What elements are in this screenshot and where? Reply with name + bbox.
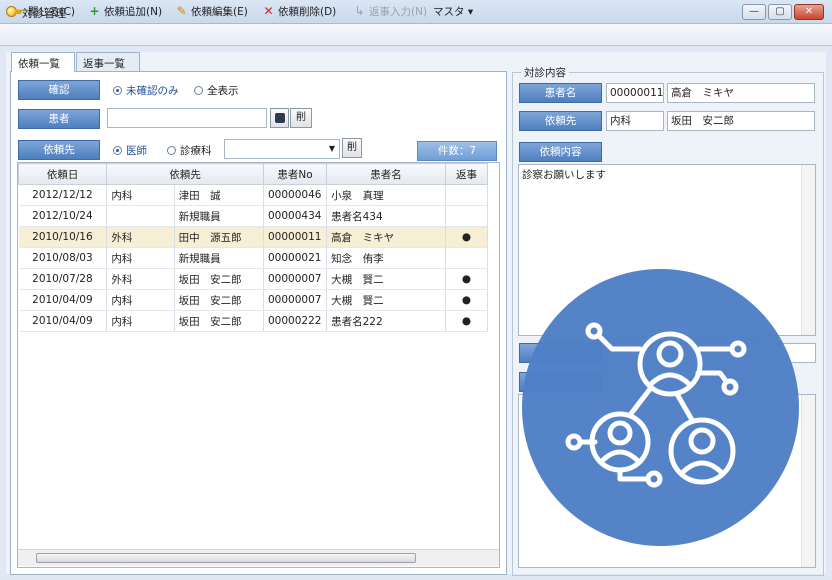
add-icon: + (89, 3, 100, 18)
binoculars-search-icon[interactable] (270, 108, 289, 128)
reply-icon: ↳ (354, 3, 365, 18)
master-menu[interactable]: マスタ ▾ (433, 3, 473, 19)
doctor-radio[interactable]: 医師 (113, 143, 147, 158)
add-label: 依頼追加(N) (104, 5, 163, 18)
col-dest[interactable]: 依頼先 (106, 163, 264, 185)
col-reply[interactable]: 返事 (444, 163, 489, 185)
doctor-text: 医師 (126, 145, 147, 157)
detail-dest-label: 依頼先 (519, 111, 602, 131)
minimize-button[interactable]: — (742, 4, 766, 20)
radio-dot (113, 86, 122, 95)
department-radio[interactable]: 診療科 (167, 143, 212, 158)
delete-icon: ✕ (263, 3, 274, 18)
request-table: 依頼日 依頼先 患者No 患者名 返事 2012/12/12 内科 津田 誠 0… (17, 162, 500, 568)
patient-input[interactable] (107, 108, 267, 128)
show-all-radio[interactable]: 全表示 (194, 83, 239, 98)
col-date[interactable]: 依頼日 (17, 163, 108, 185)
table-row-selected[interactable]: 2010/10/16 外科 田中 源五郎 00000011 高倉 ミキヤ ● (18, 226, 489, 248)
radio-dot (194, 86, 203, 95)
col-patient-name[interactable]: 患者名 (326, 163, 446, 185)
department-select[interactable]: ▼ (224, 139, 340, 159)
tab-reply-list[interactable]: 返事一覧 (76, 52, 140, 71)
maximize-button[interactable]: ▢ (768, 4, 792, 20)
edit-icon: ✎ (176, 3, 187, 18)
table-row[interactable]: 2010/04/09 内科 坂田 安二郎 00000222 患者名222 ● (18, 310, 489, 332)
table-row[interactable]: 2012/10/24 新規職員 00000434 患者名434 (18, 205, 489, 227)
folder-icon: ▰ (13, 3, 24, 18)
close-window-button[interactable]: ✕ (794, 4, 824, 20)
clear-dept-button[interactable]: 削 (342, 138, 362, 158)
table-row[interactable]: 2010/07/28 外科 坂田 安二郎 00000007 大槻 賢二 ● (18, 268, 489, 290)
detail-group-title: 対診内容 (521, 65, 569, 80)
detail-content-text: 診察お願いします (522, 169, 606, 181)
horizontal-scrollbar[interactable] (18, 549, 499, 566)
radio-dot (113, 146, 122, 155)
department-text: 診療科 (180, 145, 212, 157)
detail-dest-doctor: 坂田 安二郎 (667, 111, 815, 131)
reply-memo-scrollbar[interactable] (801, 395, 815, 567)
col-patient-no[interactable]: 患者No (262, 163, 328, 185)
scroll-thumb[interactable] (36, 553, 416, 563)
unconfirmed-only-radio[interactable]: 未確認のみ (113, 83, 179, 98)
detail-patient-no: 00000011 (606, 83, 664, 103)
add-request-button[interactable]: + 依頼追加(N) (88, 3, 162, 19)
patient-filter-label[interactable]: 患者 (18, 109, 100, 129)
toolbar (0, 24, 832, 46)
table-row[interactable]: 2012/12/12 内科 津田 誠 00000046 小泉 真理 (18, 184, 489, 206)
network-people-icon (522, 269, 799, 546)
clear-patient-button[interactable]: 削 (290, 108, 312, 128)
delete-request-button[interactable]: ✕ 依頼削除(D) (262, 3, 336, 19)
reply-input-button[interactable]: ↳ 返事入力(N) (353, 3, 427, 19)
detail-patient-label: 患者名 (519, 83, 602, 103)
detail-content-label: 依頼内容 (519, 142, 602, 162)
radio-dot (167, 146, 176, 155)
confirm-label[interactable]: 確認 (18, 80, 100, 100)
show-all-text: 全表示 (207, 85, 239, 97)
count-badge: 件数：7 (417, 141, 497, 161)
detail-dest-dept: 内科 (606, 111, 664, 131)
chevron-down-icon: ▼ (328, 144, 335, 153)
delete-label: 依頼削除(D) (278, 5, 337, 18)
close-button[interactable]: ▰ 閉じる(C) (12, 3, 75, 19)
table-row[interactable]: 2010/08/03 内科 新規職員 00000021 知念 侑李 (18, 247, 489, 269)
edit-label: 依頼編集(E) (191, 5, 248, 18)
request-dest-label[interactable]: 依頼先 (18, 140, 100, 160)
unconfirmed-text: 未確認のみ (126, 85, 179, 97)
detail-patient-name: 高倉 ミキヤ (667, 83, 815, 103)
reply-label: 返事入力(N) (369, 5, 428, 18)
edit-request-button[interactable]: ✎ 依頼編集(E) (175, 3, 248, 19)
tab-request-list[interactable]: 依頼一覧 (11, 52, 75, 72)
memo-scrollbar[interactable] (801, 165, 815, 335)
table-header: 依頼日 依頼先 患者No 患者名 返事 (17, 163, 489, 185)
table-row[interactable]: 2010/04/09 内科 坂田 安二郎 00000007 大槻 賢二 ● (18, 289, 489, 311)
close-label: 閉じる(C) (28, 5, 76, 18)
